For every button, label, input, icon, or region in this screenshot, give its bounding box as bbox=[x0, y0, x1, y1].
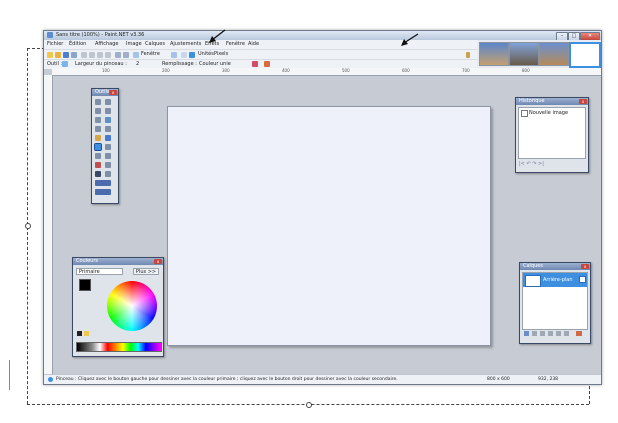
arrow-icon bbox=[401, 33, 419, 46]
arrow-icon bbox=[209, 29, 226, 43]
annotation-arrows bbox=[209, 29, 419, 46]
